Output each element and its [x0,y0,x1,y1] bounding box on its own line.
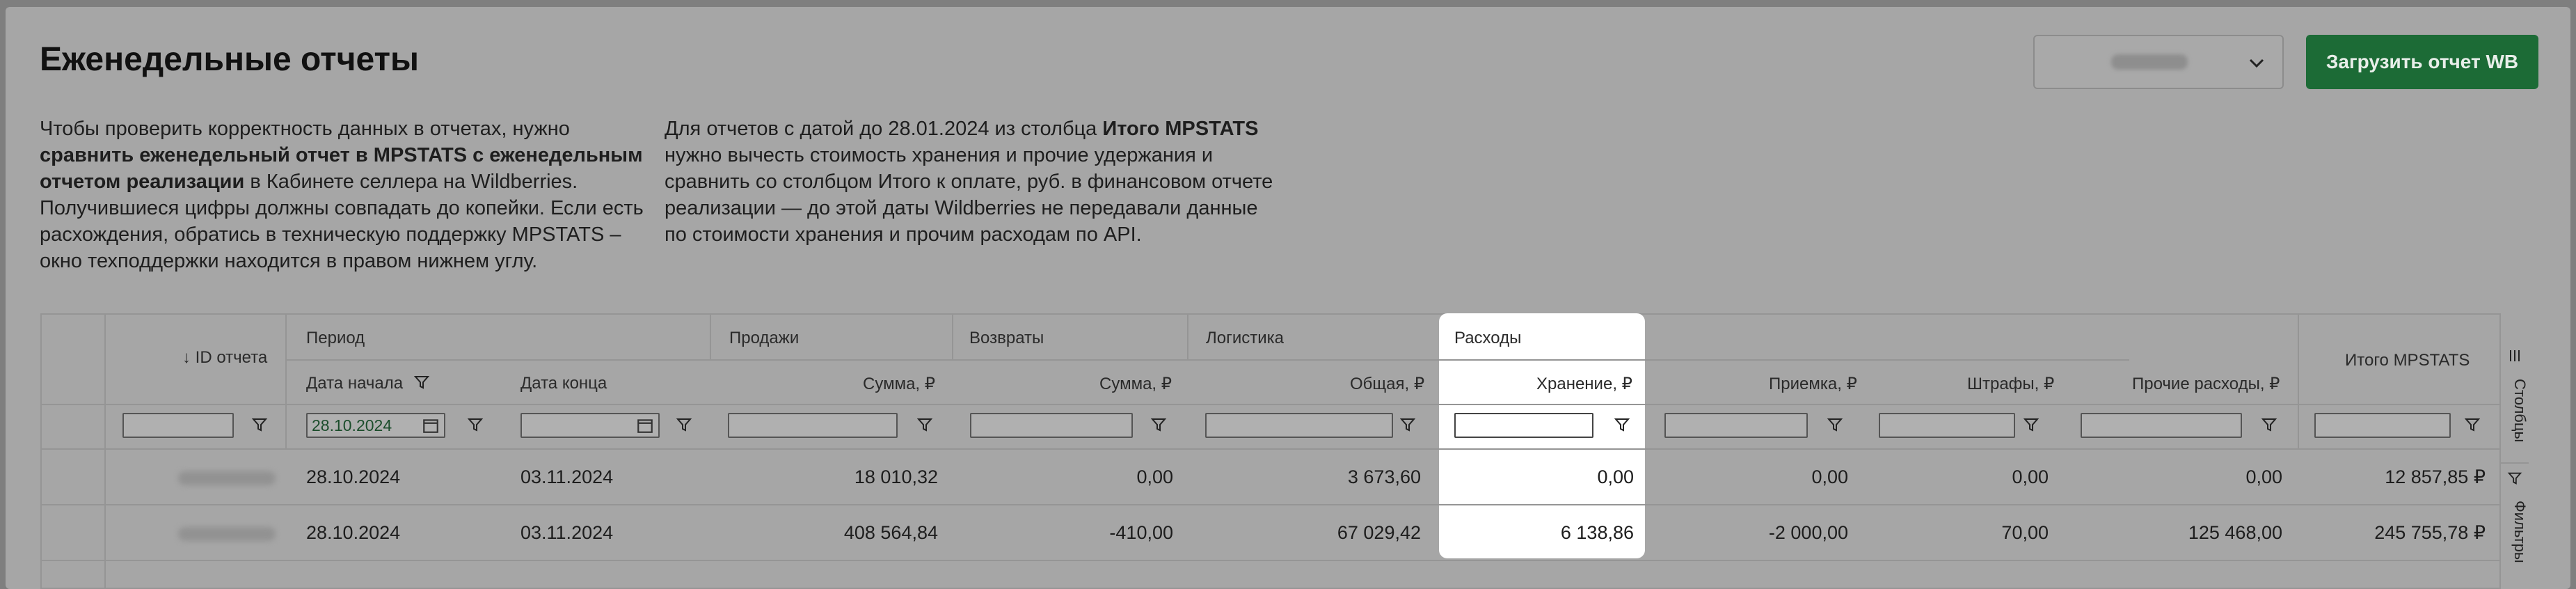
cell-fines: 70,00 [2001,522,2049,543]
column-header-logistics-total[interactable]: Общая, ₽ [1350,374,1424,394]
group-header-period: Период [306,329,365,347]
description-right-bold: Итого MPSTATS [1102,118,1259,140]
column-header-date-end[interactable]: Дата конца [520,374,607,393]
cell-date-start: 28.10.2024 [306,522,401,543]
filter-icon[interactable] [2022,416,2040,433]
col-divider [710,315,711,359]
cell-returns-sum: -410,00 [1109,522,1173,543]
group-header-returns: Возвраты [969,329,1044,347]
group-header-logistics: Логистика [1206,329,1285,347]
column-header-fines[interactable]: Штрафы, ₽ [1967,374,2054,394]
group-header-expenses: Расходы [1454,329,1522,347]
col-divider [285,315,287,448]
filter-icon[interactable] [251,416,269,433]
upload-wb-report-button[interactable]: Загрузить отчет WB [2306,35,2538,89]
group-header-sales: Продажи [729,329,800,347]
filter-input-logistics-total[interactable] [1205,413,1393,438]
page-title: Еженедельные отчеты [40,41,420,78]
column-header-sales-sum[interactable]: Сумма, ₽ [863,374,935,394]
filter-input-total[interactable] [2314,413,2451,438]
description-right-text-1: Для отчетов с датой до 28.01.2024 из сто… [665,118,1103,140]
filter-input-acceptance[interactable] [1664,413,1808,438]
row-divider [42,560,2499,561]
filter-input-fines[interactable] [1879,413,2015,438]
cell-acceptance: -2 000,00 [1768,522,1848,543]
description-left-text-1: Чтобы проверить корректность данных в от… [40,118,570,140]
cell-total: 245 755,78 ₽ [2374,522,2486,543]
filter-input-id[interactable] [122,413,234,438]
cell-date-end: 03.11.2024 [520,466,614,487]
side-tab-filters[interactable]: Фильтры [2501,490,2529,574]
cell-storage: 0,00 [1597,466,1634,487]
report-id-blurred [178,471,276,485]
header-divider [285,359,2129,361]
side-tab-columns[interactable]: Столбцы [2501,369,2529,453]
cell-returns-sum: 0,00 [1136,466,1173,487]
col-divider [1187,315,1188,359]
columns-icon [2510,350,2520,361]
filter-icon[interactable] [2463,416,2481,433]
calendar-icon[interactable] [422,416,440,434]
account-select[interactable] [2033,35,2284,89]
col-divider [2298,315,2299,448]
filter-icon [2507,472,2522,485]
filter-icon[interactable] [2260,416,2278,433]
cell-sales-sum: 408 564,84 [843,522,938,543]
description-right-text-2: нужно вычесть стоимость хранения и прочи… [665,144,1273,246]
filter-icon[interactable] [1826,416,1844,433]
filter-icon[interactable] [675,416,693,433]
cell-storage: 6 138,86 [1560,522,1634,543]
side-panel: Столбцы Фильтры [2499,313,2529,589]
cell-other: 125 468,00 [2188,522,2282,543]
filter-input-other[interactable] [2081,413,2242,438]
cell-acceptance: 0,00 [1811,466,1848,487]
column-header-other[interactable]: Прочие расходы, ₽ [2132,374,2280,394]
cell-total: 12 857,85 ₽ [2385,466,2486,487]
cell-other: 0,00 [2245,466,2282,487]
col-divider [952,315,953,359]
cell-sales-sum: 18 010,32 [854,466,938,487]
description-right: Для отчетов с датой до 28.01.2024 из сто… [665,116,1277,248]
column-header-acceptance[interactable]: Приемка, ₽ [1769,374,1857,394]
filter-active-icon [413,376,430,389]
filter-input-sales-sum[interactable] [728,413,898,438]
column-header-storage[interactable]: Хранение, ₽ [1536,374,1632,394]
calendar-icon[interactable] [636,416,654,434]
filter-icon[interactable] [1399,416,1417,433]
cell-logistics-total: 3 673,60 [1347,466,1421,487]
column-header-returns-sum[interactable]: Сумма, ₽ [1099,374,1172,394]
filter-input-returns-sum[interactable] [970,413,1133,438]
report-id-blurred [178,527,276,541]
column-header-date-start[interactable]: Дата начала [306,374,403,393]
header-divider [42,404,2499,405]
filter-icon[interactable] [916,416,934,433]
column-header-id[interactable]: ↓ ID отчета [182,348,267,368]
account-select-value-blurred [2111,54,2188,70]
description-left: Чтобы проверить корректность данных в от… [40,116,652,274]
filter-icon[interactable] [466,416,484,433]
cell-date-end: 03.11.2024 [520,522,614,543]
filter-input-storage[interactable] [1454,413,1593,438]
side-divider [2501,462,2529,464]
filter-icon[interactable] [1613,416,1631,433]
filter-icon[interactable] [1150,416,1168,433]
cell-logistics-total: 67 029,42 [1337,522,1421,543]
chevron-down-icon [2249,58,2264,68]
cell-date-start: 28.10.2024 [306,466,401,487]
cell-fines: 0,00 [2012,466,2049,487]
column-header-total[interactable]: Итого MPSTATS [2345,351,2470,370]
